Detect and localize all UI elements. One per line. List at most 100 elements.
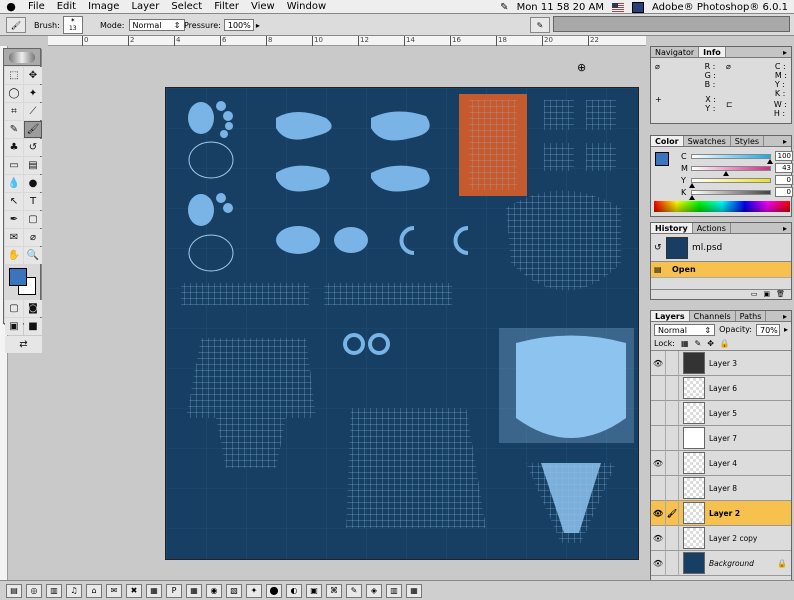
keyboard-flag-icon[interactable] (612, 2, 625, 12)
color-channel-slider[interactable] (691, 153, 773, 164)
magic-wand-tool-icon[interactable]: ✦ (24, 85, 42, 102)
slider-thumb-icon[interactable] (689, 182, 695, 188)
history-brush-tool-icon[interactable]: ↺ (24, 139, 42, 156)
menu-select[interactable]: Select (165, 0, 208, 14)
application-name[interactable]: Adobe® Photoshop® 6.0.1 (652, 2, 788, 13)
stamp-tool-icon[interactable]: ♣ (5, 139, 23, 156)
dock-app-icon[interactable]: ⌘ (326, 583, 342, 598)
opacity-arrow-icon[interactable]: ▸ (784, 325, 788, 334)
color-channel-slider[interactable] (691, 165, 771, 176)
menu-window[interactable]: Window (281, 0, 332, 14)
color-spectrum-bar[interactable] (654, 201, 790, 212)
tab-history[interactable]: History (651, 223, 693, 233)
color-panel-foreground-swatch[interactable] (655, 152, 669, 166)
panel-menu-icon[interactable]: ▸ (779, 47, 791, 57)
pressure-field[interactable]: 100% (223, 19, 254, 31)
tab-paths[interactable]: Paths (736, 311, 767, 321)
slider-thumb-icon[interactable] (722, 170, 729, 176)
dodge-tool-icon[interactable]: ● (24, 175, 42, 192)
eyedropper-tool-icon[interactable]: ⌀ (24, 229, 42, 246)
layer-link-brush-icon[interactable] (665, 450, 679, 476)
layer-row[interactable]: Layer 7 (651, 425, 791, 451)
help-balloon-icon[interactable]: ✎ (500, 2, 508, 13)
dock-app-icon[interactable]: P (166, 583, 182, 598)
layer-row[interactable]: Layer 5 (651, 400, 791, 426)
jump-to-imageready-icon[interactable]: ⇄ (5, 336, 42, 353)
tab-actions[interactable]: Actions (693, 223, 731, 233)
mode-select[interactable]: Normal ⇕ (128, 19, 185, 31)
gradient-tool-icon[interactable]: ▤ (24, 157, 42, 174)
standard-mode-icon[interactable]: ▢ (5, 300, 23, 317)
visibility-eye-icon[interactable]: 👁 (651, 534, 665, 543)
path-select-tool-icon[interactable]: ↖ (5, 193, 23, 210)
menu-layer[interactable]: Layer (125, 0, 165, 14)
layer-link-brush-icon[interactable]: 🖌 (665, 500, 679, 526)
dock-app-icon[interactable]: ▦ (146, 583, 162, 598)
tab-styles[interactable]: Styles (731, 136, 765, 146)
apple-menu-icon[interactable]: ● (0, 0, 22, 13)
color-panel-menu-icon[interactable]: ▸ (779, 136, 791, 146)
brush-picker[interactable]: ✶ 13 (62, 16, 83, 34)
foreground-color-swatch[interactable] (9, 268, 27, 286)
screen-mode-full-icon[interactable]: ■ (24, 318, 42, 335)
layer-row[interactable]: 👁 Layer 2 copy (651, 525, 791, 551)
layer-link-brush-icon[interactable] (665, 425, 679, 451)
dock-app-icon[interactable]: ✎ (346, 583, 362, 598)
palette-well[interactable] (553, 16, 790, 32)
layer-link-brush-icon[interactable] (665, 375, 679, 401)
hand-tool-icon[interactable]: ✋ (5, 247, 23, 264)
dock-app-icon[interactable]: ✉ (106, 583, 122, 598)
lock-position-icon[interactable]: ✥ (707, 339, 714, 348)
marquee-tool-icon[interactable]: ⬚ (5, 67, 23, 84)
menu-view[interactable]: View (245, 0, 281, 14)
slider-thumb-icon[interactable] (689, 194, 695, 200)
dock-app-icon[interactable]: ⌂ (86, 583, 102, 598)
slider-thumb-icon[interactable] (767, 158, 773, 164)
dock-app-icon[interactable]: ◐ (286, 583, 302, 598)
crop-tool-icon[interactable]: ⌗ (5, 103, 23, 120)
menu-image[interactable]: Image (82, 0, 125, 14)
tab-channels[interactable]: Channels (690, 311, 736, 321)
history-brush-icon[interactable]: ↺ (654, 243, 666, 253)
new-snapshot-icon[interactable]: ▣ (763, 290, 770, 299)
color-channel-value[interactable]: 0 (775, 187, 793, 197)
menu-filter[interactable]: Filter (208, 0, 245, 14)
dock-app-icon[interactable]: ◉ (206, 583, 222, 598)
new-document-from-state-icon[interactable]: ▭ (751, 290, 758, 299)
menu-edit[interactable]: Edit (51, 0, 82, 14)
history-snapshot[interactable]: ↺ ml.psd (651, 234, 791, 262)
lock-image-icon[interactable]: ✎ (695, 339, 702, 348)
tab-swatches[interactable]: Swatches (684, 136, 731, 146)
layer-link-brush-icon[interactable] (665, 350, 679, 376)
visibility-eye-icon[interactable]: 👁 (651, 509, 665, 518)
move-tool-icon[interactable]: ✥ (24, 67, 42, 84)
opacity-field[interactable]: 70% (755, 323, 780, 336)
layer-link-brush-icon[interactable] (665, 550, 679, 576)
dock-app-icon[interactable]: ▧ (226, 583, 242, 598)
history-item-open[interactable]: ▤ Open (651, 262, 791, 278)
document-canvas[interactable] (165, 87, 639, 560)
history-panel-menu-icon[interactable]: ▸ (779, 223, 791, 233)
layers-panel-menu-icon[interactable]: ▸ (779, 311, 791, 321)
color-channel-value[interactable]: 0 (775, 175, 793, 185)
airbrush-icon[interactable]: ✎ (530, 17, 550, 33)
menubar-clock[interactable]: Mon 11 58 20 AM (517, 2, 604, 13)
lock-all-icon[interactable]: 🔒 (720, 339, 730, 348)
paintbrush-tool-icon[interactable]: 🖌 (24, 121, 42, 138)
type-tool-icon[interactable]: T (24, 193, 42, 210)
eraser-tool-icon[interactable]: ▭ (5, 157, 23, 174)
delete-state-icon[interactable]: 🗑 (776, 290, 785, 299)
toolbox-header[interactable] (4, 49, 40, 66)
notes-tool-icon[interactable]: ✉ (5, 229, 23, 246)
adobe-feather-icon[interactable] (9, 51, 35, 63)
slice-tool-icon[interactable]: ⟋ (24, 103, 42, 120)
tab-color[interactable]: Color (651, 136, 684, 146)
screen-mode-standard-icon[interactable]: ▣ (5, 318, 23, 335)
healing-tool-icon[interactable]: ✎ (5, 121, 23, 138)
menu-file[interactable]: File (22, 0, 51, 14)
pressure-arrow-icon[interactable]: ▸ (256, 21, 260, 30)
layer-row[interactable]: 👁 🖌 Layer 2 (651, 500, 791, 526)
visibility-eye-icon[interactable]: 👁 (651, 559, 665, 568)
color-channel-value[interactable]: 43 (775, 163, 793, 173)
layer-row[interactable]: 👁 Layer 3 (651, 350, 791, 376)
